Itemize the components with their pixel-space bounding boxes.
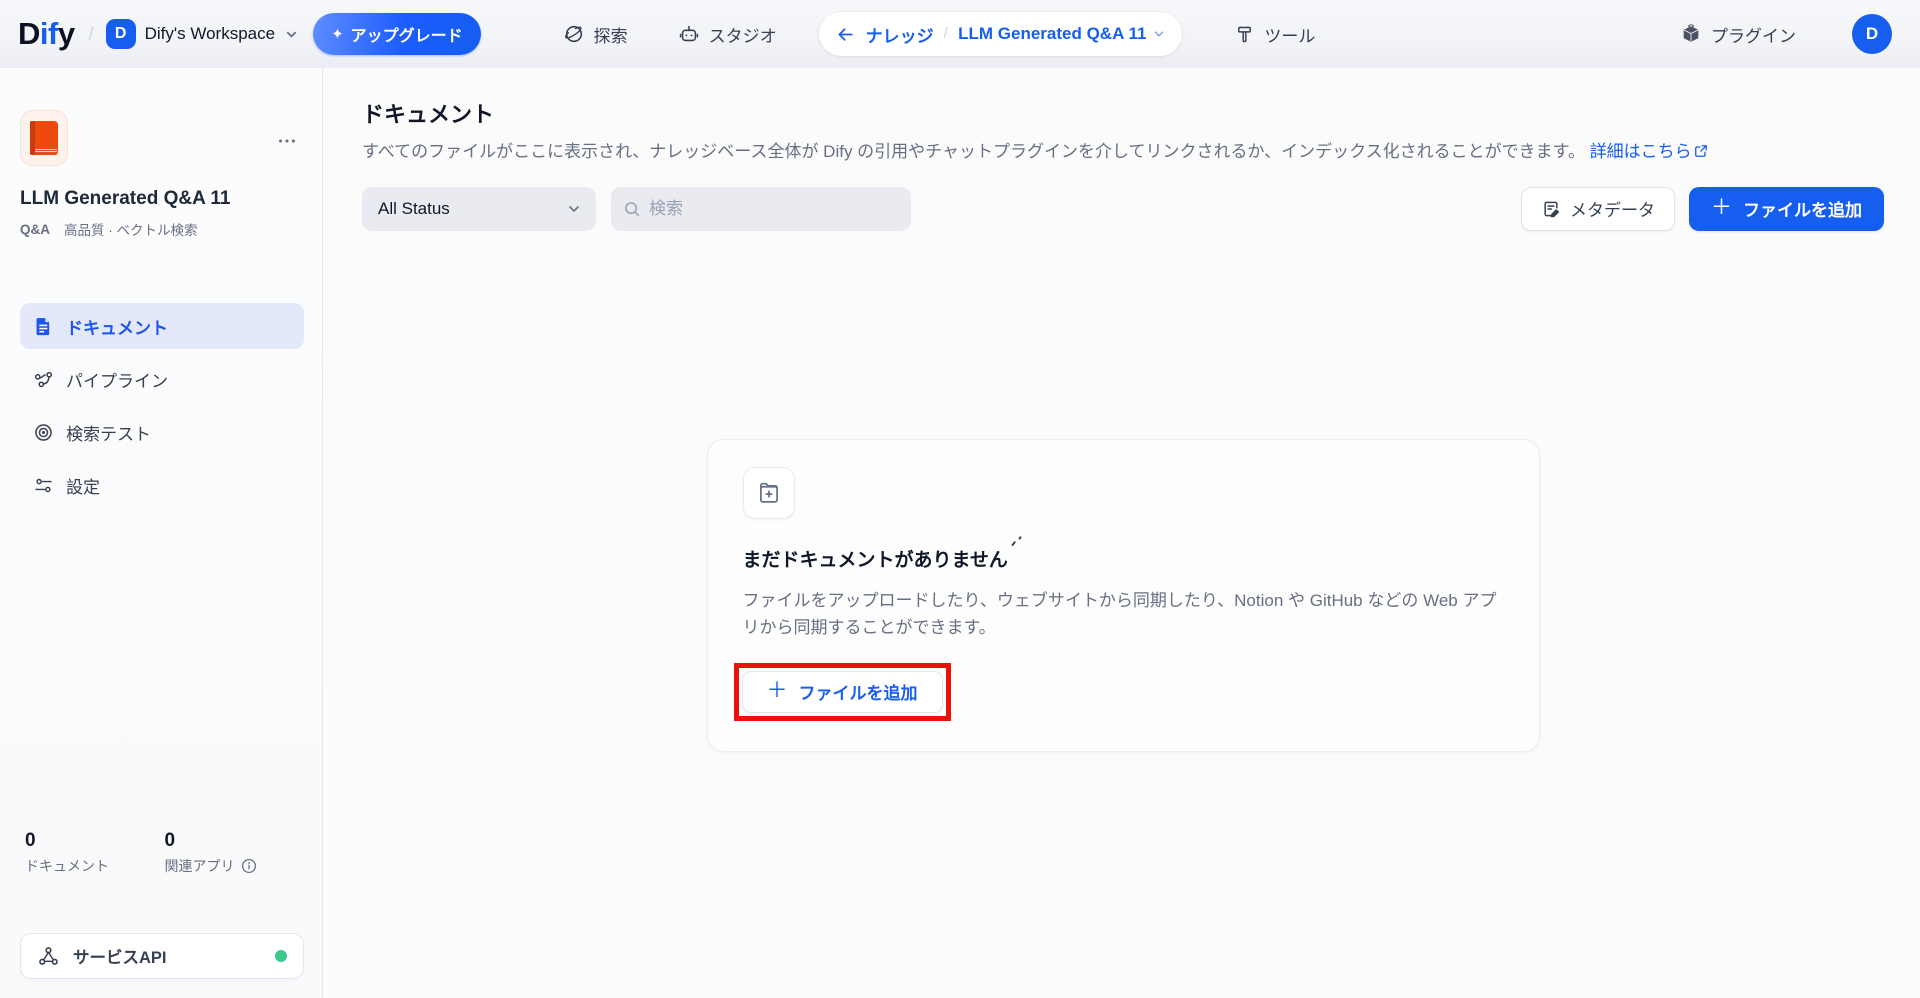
book-icon (30, 121, 58, 155)
top-header: Dify / D Dify's Workspace ✦ アップグレード 探索 ス… (0, 0, 1920, 68)
sidebar-item-label: 設定 (66, 473, 100, 498)
plugins-cube-icon (1680, 23, 1702, 45)
documents-page: ドキュメント すべてのファイルがここに表示され、ナレッジベース全体が Dify … (323, 68, 1920, 998)
service-api-label: サービスAPI (73, 944, 167, 968)
nav-plugins-label: プラグイン (1711, 22, 1796, 47)
external-link-icon (1694, 144, 1708, 158)
search-icon (623, 200, 641, 218)
sidebar-item-label: ドキュメント (66, 314, 168, 339)
current-kb-name: LLM Generated Q&A 11 (958, 24, 1146, 44)
kb-sidebar: LLM Generated Q&A 11 Q&A 高品質 · ベクトル検索 ドキ… (0, 68, 323, 998)
status-filter-value: All Status (378, 199, 450, 219)
stat-related-apps: 0 関連アプリ (165, 830, 305, 876)
service-api-button[interactable]: サービスAPI (20, 933, 304, 979)
api-nodes-icon (37, 945, 60, 968)
document-icon (33, 316, 54, 337)
breadcrumb-knowledge[interactable]: ナレッジ (866, 22, 934, 47)
plus-icon: ＋ (1711, 197, 1732, 218)
stat-related-apps-label: 関連アプリ (165, 856, 305, 876)
target-icon (33, 422, 54, 443)
nav-plugins[interactable]: プラグイン (1670, 14, 1806, 55)
documents-toolbar: All Status メタデータ ＋ ファイルを追加 (362, 187, 1884, 231)
user-avatar[interactable]: D (1852, 14, 1892, 54)
folder-tile (743, 467, 795, 519)
learn-more-link[interactable]: 詳細はこちら (1590, 142, 1708, 161)
back-arrow-icon[interactable] (835, 24, 856, 45)
kb-stats: 0 ドキュメント 0 関連アプリ (25, 830, 304, 876)
sidebar-item-label: パイプライン (66, 367, 168, 392)
tools-hammer-icon (1234, 24, 1255, 45)
nav-explore[interactable]: 探索 (553, 14, 638, 55)
studio-robot-icon (678, 23, 700, 45)
dify-logo[interactable]: Dify (18, 16, 75, 52)
sidebar-item-retrieval-test[interactable]: 検索テスト (20, 409, 304, 455)
metadata-edit-icon (1541, 199, 1561, 219)
sidebar-item-pipeline[interactable]: パイプライン (20, 356, 304, 402)
breadcrumb-current-kb[interactable]: LLM Generated Q&A 11 (958, 24, 1166, 44)
settings-sliders-icon (33, 475, 54, 496)
metadata-label: メタデータ (1570, 196, 1655, 221)
workspace-avatar: D (106, 19, 136, 49)
add-file-label: ファイルを追加 (1743, 196, 1862, 221)
kb-icon-tile (20, 110, 68, 166)
knowledge-breadcrumb-pill: ナレッジ / LLM Generated Q&A 11 (819, 12, 1183, 56)
add-file-button[interactable]: ＋ ファイルを追加 (1689, 187, 1884, 231)
empty-state-card: まだドキュメントがありません ファイルをアップロードしたり、ウェブサイトから同期… (707, 439, 1540, 752)
nav-studio-label: スタジオ (709, 22, 777, 47)
empty-state-title: まだドキュメントがありません (743, 545, 1008, 572)
metadata-button[interactable]: メタデータ (1521, 187, 1675, 231)
upgrade-label: アップグレード (351, 22, 463, 46)
kb-title: LLM Generated Q&A 11 (20, 188, 304, 210)
search-box (611, 187, 911, 231)
path-separator: / (89, 24, 94, 45)
status-filter-select[interactable]: All Status (362, 187, 596, 231)
header-right: プラグイン D (1670, 14, 1892, 55)
chevron-down-icon (566, 201, 582, 217)
pipeline-icon (33, 369, 54, 390)
search-input[interactable] (649, 199, 899, 219)
stat-documents: 0 ドキュメント (25, 830, 165, 876)
page-title: ドキュメント (362, 97, 1884, 129)
empty-add-file-button[interactable]: ＋ ファイルを追加 (742, 671, 943, 713)
kb-meta: 高品質 · ベクトル検索 (64, 219, 198, 239)
info-icon[interactable] (241, 858, 257, 874)
stat-documents-value: 0 (25, 830, 165, 852)
upgrade-button[interactable]: ✦ アップグレード (313, 13, 481, 55)
nav-studio[interactable]: スタジオ (668, 14, 787, 55)
explore-planet-icon (563, 23, 585, 45)
nav-tools[interactable]: ツール (1224, 14, 1325, 55)
kb-subtitle: Q&A 高品質 · ベクトル検索 (20, 219, 304, 239)
nav-tools-label: ツール (1264, 22, 1315, 47)
chevron-down-icon (284, 27, 299, 42)
breadcrumb-separator: / (944, 25, 948, 43)
page-description: すべてのファイルがここに表示され、ナレッジベース全体が Dify の引用やチャッ… (362, 140, 1884, 166)
sparkle-icon: ✦ (331, 27, 344, 42)
nav-explore-label: 探索 (594, 22, 628, 47)
annotation-highlight-box: ＋ ファイルを追加 (734, 663, 951, 721)
sidebar-item-documents[interactable]: ドキュメント (20, 303, 304, 349)
twinkle-icon (1010, 534, 1024, 548)
workspace-switcher[interactable]: D Dify's Workspace (106, 19, 299, 49)
sidebar-item-settings[interactable]: 設定 (20, 462, 304, 508)
status-dot-green (275, 950, 287, 962)
kb-format-badge: Q&A (20, 222, 50, 237)
more-options-icon[interactable] (276, 130, 298, 152)
header-nav: 探索 スタジオ ナレッジ / LLM Generated Q&A 11 ツール (553, 12, 1326, 56)
chevron-down-icon (1152, 27, 1166, 41)
folder-plus-icon (756, 480, 782, 506)
plus-icon: ＋ (767, 680, 788, 701)
stat-related-apps-value: 0 (165, 830, 305, 852)
stat-documents-label: ドキュメント (25, 856, 165, 876)
workspace-name: Dify's Workspace (145, 24, 275, 44)
empty-state-description: ファイルをアップロードしたり、ウェブサイトから同期したり、Notion や Gi… (743, 587, 1507, 642)
kb-header: LLM Generated Q&A 11 Q&A 高品質 · ベクトル検索 (20, 110, 304, 239)
sidebar-item-label: 検索テスト (66, 420, 151, 445)
sidebar-menu: ドキュメント パイプライン 検索テスト 設定 (20, 303, 304, 508)
empty-add-file-label: ファイルを追加 (799, 679, 918, 704)
